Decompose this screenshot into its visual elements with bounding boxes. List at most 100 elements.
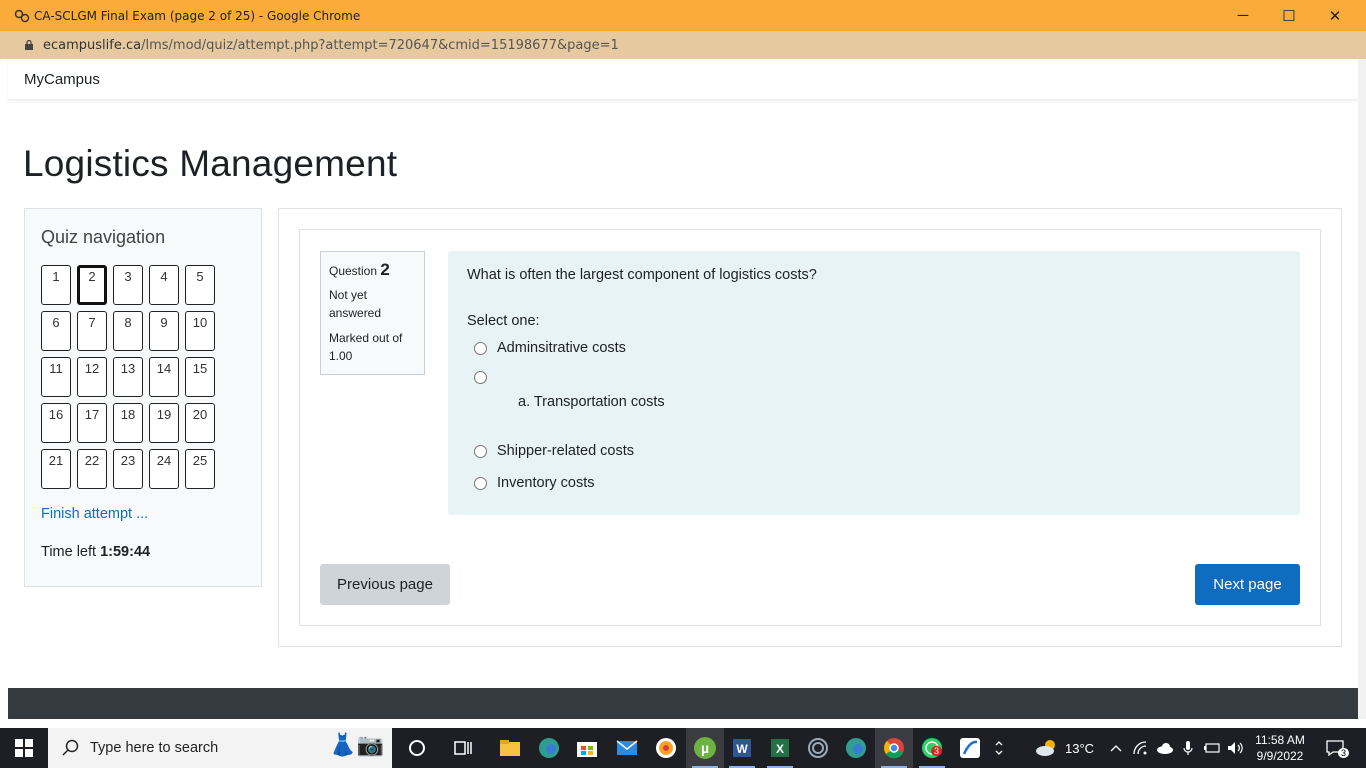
answer-option-label[interactable]: a. Transportation costs [518, 394, 665, 410]
quiz-nav-button-1[interactable]: 1 [41, 265, 71, 305]
browser-shield-icon[interactable] [647, 728, 685, 768]
onedrive-cloud-icon[interactable] [1154, 728, 1176, 768]
url-text[interactable]: ecampuslife.ca/lms/mod/quiz/attempt.php?… [43, 38, 619, 53]
svg-text:X: X [776, 742, 784, 756]
answer-option-label[interactable]: Shipper-related costs [497, 443, 634, 459]
maximize-button[interactable]: ☐ [1266, 0, 1312, 31]
answer-option-2[interactable] [474, 371, 487, 384]
answer-option-label[interactable]: Adminsitrative costs [497, 340, 626, 356]
notifications-badge: 3 [1338, 748, 1350, 758]
radio-button[interactable] [474, 371, 487, 384]
quiz-nav-button-6[interactable]: 6 [41, 311, 71, 351]
excel-icon[interactable]: X [761, 728, 799, 768]
quiz-nav-button-4[interactable]: 4 [149, 265, 179, 305]
question-formulation: What is often the largest component of l… [448, 251, 1300, 515]
url-host: ecampuslife.ca [43, 37, 142, 53]
quiz-nav-button-16[interactable]: 16 [41, 403, 71, 443]
question-grade: Marked out of 1.00 [329, 331, 403, 363]
radio-button[interactable] [474, 341, 487, 355]
microphone-icon[interactable] [1177, 728, 1199, 768]
taskbar-clock[interactable]: 11:58 AM 9/9/2022 [1250, 732, 1310, 764]
quiz-nav-button-5[interactable]: 5 [185, 265, 215, 305]
address-bar[interactable]: ecampuslife.ca/lms/mod/quiz/attempt.php?… [0, 31, 1366, 59]
quiz-nav-button-19[interactable]: 19 [149, 403, 179, 443]
question-info: Question 2 Not yet answered Marked out o… [320, 251, 425, 375]
utorrent-icon[interactable]: µ [686, 728, 724, 768]
question-label: Question [329, 264, 378, 278]
quiz-nav-button-2[interactable]: 2 [77, 265, 107, 305]
close-button[interactable]: ✕ [1312, 0, 1358, 31]
quiz-navigation-block: Quiz navigation 1 2 3 4 5 6 7 8 9 10 11 12 13 14 15 16 1… [24, 208, 262, 587]
brand-link[interactable]: MyCampus [24, 71, 100, 88]
taskbar-search-box[interactable]: Type here to search 👗📷 [48, 728, 392, 768]
show-hidden-icons-chevron-icon[interactable] [1106, 728, 1126, 768]
word-icon[interactable]: W [723, 728, 761, 768]
volume-icon[interactable] [1225, 728, 1247, 768]
search-highlight-icon[interactable]: 👗📷 [329, 732, 384, 758]
answer-option-label[interactable]: Inventory costs [497, 475, 595, 491]
quiz-nav-button-11[interactable]: 11 [41, 357, 71, 397]
taskbar-overflow-chevron-icon[interactable] [990, 728, 1008, 768]
page-scrollbar[interactable] [1358, 59, 1366, 719]
quiz-nav-button-18[interactable]: 18 [113, 403, 143, 443]
quiz-nav-button-13[interactable]: 13 [113, 357, 143, 397]
window-title: CA-SCLGM Final Exam (page 2 of 25) - Goo… [34, 8, 361, 23]
clock-time: 11:58 AM [1255, 733, 1305, 747]
windows-logo-icon [15, 739, 33, 757]
start-button[interactable] [0, 728, 48, 768]
chrome-profile-icon [14, 9, 30, 22]
mail-icon[interactable] [608, 728, 646, 768]
quiz-nav-button-7[interactable]: 7 [77, 311, 107, 351]
scroll-down-arrow-icon[interactable] [1359, 61, 1365, 69]
app-feather-icon[interactable] [951, 728, 989, 768]
question-number-value: 2 [380, 260, 390, 279]
previous-page-button[interactable]: Previous page [320, 564, 450, 605]
weather-icon[interactable] [1028, 728, 1066, 768]
task-view-icon[interactable] [444, 728, 482, 768]
url-path: /lms/mod/quiz/attempt.php?attempt=720647… [141, 37, 619, 53]
wifi-icon[interactable] [1130, 728, 1152, 768]
answer-option-1[interactable]: Adminsitrative costs [474, 340, 626, 356]
whatsapp-badge: 3 [931, 746, 943, 756]
file-explorer-icon[interactable] [491, 728, 529, 768]
time-left-label: Time left [41, 544, 97, 560]
quiz-nav-button-8[interactable]: 8 [113, 311, 143, 351]
edge-icon[interactable] [530, 728, 568, 768]
quiz-nav-button-24[interactable]: 24 [149, 449, 179, 489]
quiz-nav-button-21[interactable]: 21 [41, 449, 71, 489]
radio-button[interactable] [474, 444, 487, 458]
chrome-icon[interactable] [875, 728, 913, 768]
quiz-nav-button-20[interactable]: 20 [185, 403, 215, 443]
cortana-ring-icon[interactable] [799, 728, 837, 768]
answer-prompt: Select one: [467, 313, 540, 329]
store-icon[interactable] [568, 728, 606, 768]
minimize-button[interactable]: ─ [1220, 0, 1266, 31]
quiz-nav-button-12[interactable]: 12 [77, 357, 107, 397]
quiz-nav-button-22[interactable]: 22 [77, 449, 107, 489]
answer-option-4[interactable]: Inventory costs [474, 475, 595, 491]
quiz-nav-button-23[interactable]: 23 [113, 449, 143, 489]
notifications-icon[interactable]: 3 [1316, 728, 1354, 768]
cortana-icon[interactable] [398, 728, 436, 768]
svg-text:W: W [736, 742, 748, 756]
battery-icon[interactable] [1201, 728, 1223, 768]
edge-profile-icon[interactable] [837, 728, 875, 768]
page-footer [8, 688, 1358, 719]
whatsapp-icon[interactable]: 3 [913, 728, 951, 768]
finish-attempt-link[interactable]: Finish attempt ... [41, 506, 148, 522]
clock-date: 9/9/2022 [1256, 749, 1304, 763]
windows-taskbar: Type here to search 👗📷 µ W X 3 13°C 11:5… [0, 728, 1366, 768]
weather-temperature[interactable]: 13°C [1065, 741, 1094, 756]
next-page-button[interactable]: Next page [1195, 564, 1300, 605]
quiz-nav-button-15[interactable]: 15 [185, 357, 215, 397]
quiz-navigation-title: Quiz navigation [41, 227, 166, 247]
quiz-nav-button-9[interactable]: 9 [149, 311, 179, 351]
radio-button[interactable] [474, 476, 487, 490]
quiz-nav-button-25[interactable]: 25 [185, 449, 215, 489]
quiz-nav-button-17[interactable]: 17 [77, 403, 107, 443]
answer-option-3[interactable]: Shipper-related costs [474, 443, 634, 459]
quiz-nav-button-10[interactable]: 10 [185, 311, 215, 351]
quiz-nav-button-14[interactable]: 14 [149, 357, 179, 397]
search-placeholder[interactable]: Type here to search [90, 740, 218, 756]
quiz-nav-button-3[interactable]: 3 [113, 265, 143, 305]
